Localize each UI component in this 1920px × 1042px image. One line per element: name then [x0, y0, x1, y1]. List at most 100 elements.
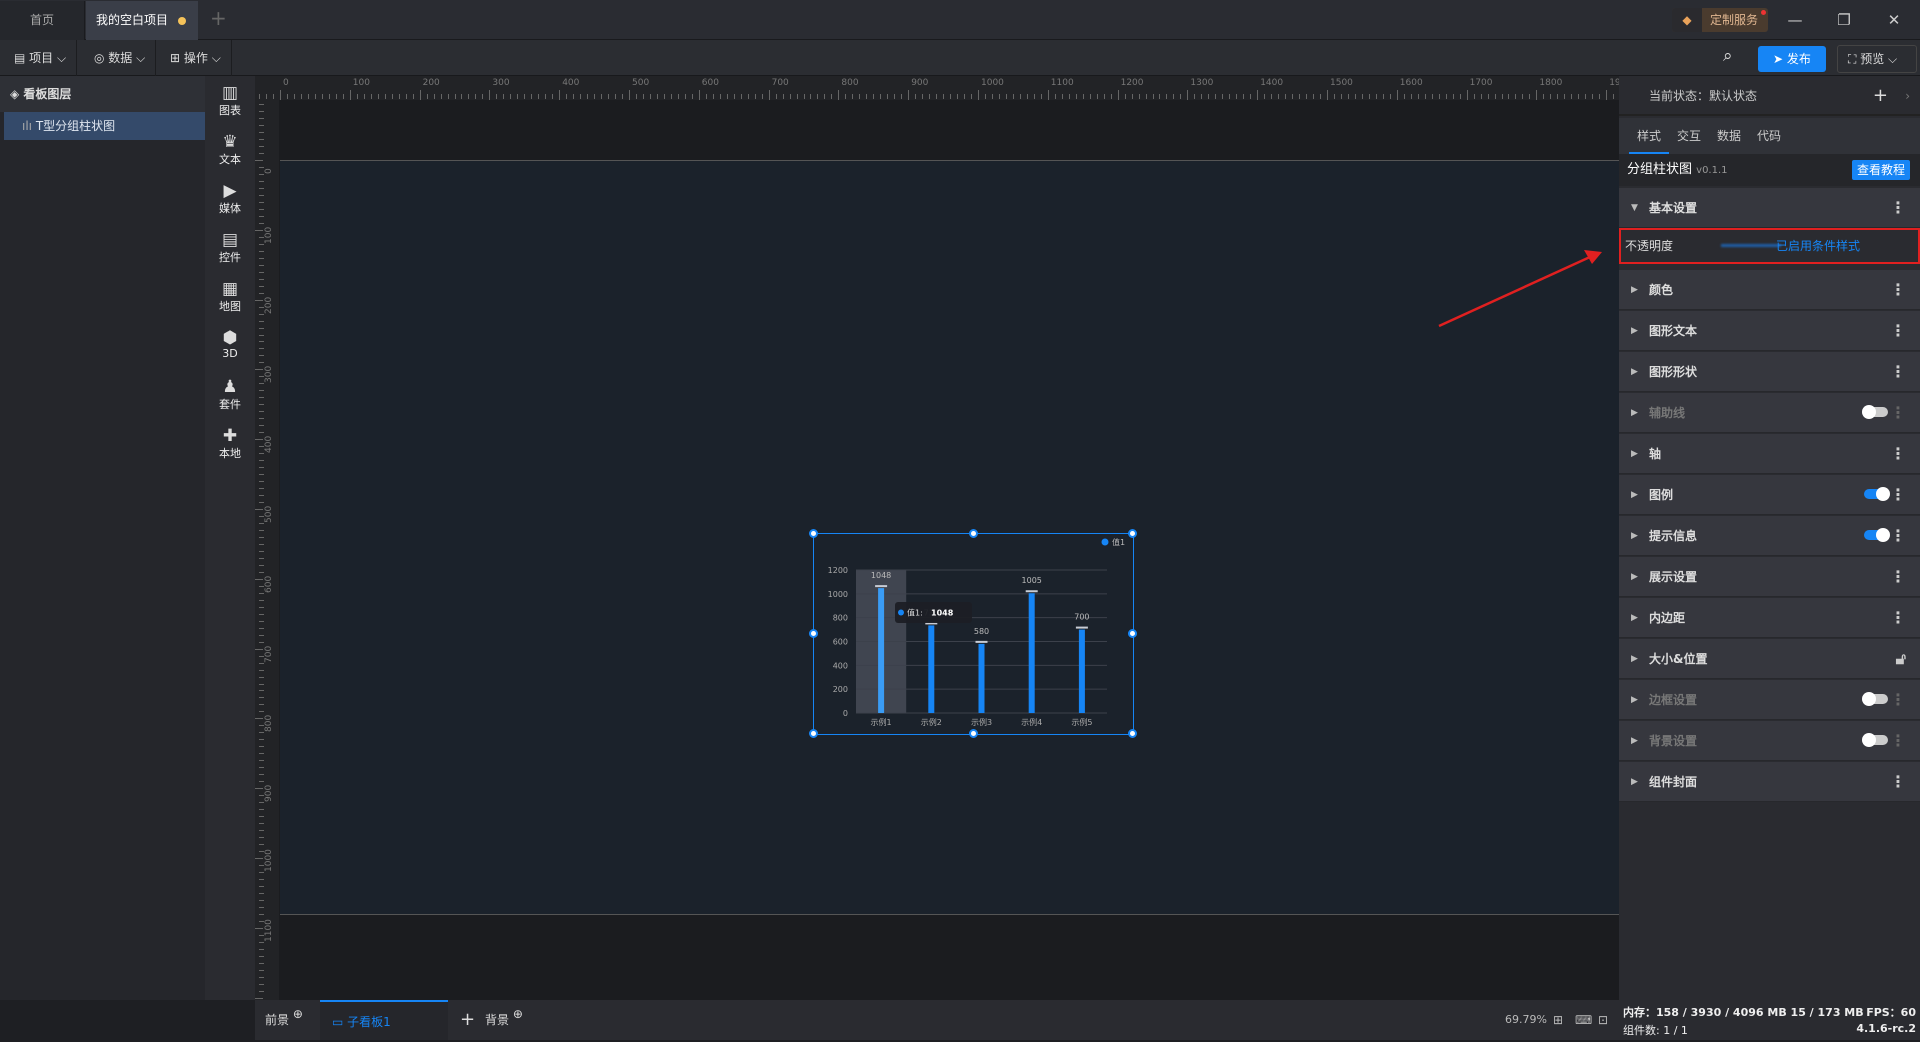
- section-8[interactable]: ▶ 展示设置 ⋮: [1619, 557, 1920, 597]
- menu-data[interactable]: ◎ 数据 ⌵: [84, 40, 157, 76]
- more-icon[interactable]: ⋮: [1890, 516, 1906, 556]
- tab-project[interactable]: 我的空白项目: [86, 1, 198, 40]
- bar[interactable]: [978, 643, 985, 713]
- resize-handle[interactable]: [1128, 529, 1137, 538]
- horizontal-ruler[interactable]: 0 100 200 300 400 500 600 700 800 900 1000 1100 1200…: [255, 76, 1619, 100]
- component-chart[interactable]: ▥ 图表: [205, 84, 255, 118]
- more-icon[interactable]: ⋮: [1890, 680, 1906, 720]
- resize-handle[interactable]: [968, 729, 978, 738]
- more-icon[interactable]: ⋮: [1890, 311, 1906, 351]
- more-icon[interactable]: ⋮: [1890, 434, 1906, 474]
- tab-home[interactable]: 首页: [0, 1, 85, 40]
- section-1[interactable]: ▶ 颜色 ⋮: [1619, 270, 1920, 310]
- custom-service-button[interactable]: ◆ 定制服务: [1672, 8, 1768, 32]
- bar[interactable]: [878, 588, 885, 713]
- add-state-icon[interactable]: +: [1873, 76, 1888, 116]
- resize-handle[interactable]: [1128, 729, 1137, 738]
- menu-operate[interactable]: ⊞ 操作 ⌵: [160, 40, 232, 76]
- section-5[interactable]: ▶ 轴 ⋮: [1619, 434, 1920, 474]
- section-toggle[interactable]: [1862, 405, 1888, 419]
- section-toggle[interactable]: [1864, 487, 1890, 501]
- section-6[interactable]: ▶ 图例 ⋮: [1619, 475, 1920, 515]
- section-7[interactable]: ▶ 提示信息 ⋮: [1619, 516, 1920, 556]
- minimize-button[interactable]: —: [1783, 8, 1807, 32]
- component-map[interactable]: ▦ 地图: [205, 280, 255, 314]
- section-toggle[interactable]: [1864, 528, 1890, 542]
- add-subboard-button[interactable]: +: [460, 1000, 475, 1040]
- toggle-knob: [1876, 487, 1890, 501]
- bar[interactable]: [1078, 629, 1085, 713]
- more-icon[interactable]: ⋮: [1890, 188, 1906, 228]
- ruler-tick: [328, 94, 330, 99]
- component-cube[interactable]: ⬢ 3D: [205, 329, 255, 360]
- chevron-right-icon[interactable]: ›: [1905, 76, 1910, 116]
- section-12[interactable]: ▶ 背景设置 ⋮: [1619, 721, 1920, 761]
- resize-handle[interactable]: [809, 729, 818, 738]
- more-icon[interactable]: ⋮: [1890, 270, 1906, 310]
- layer-item[interactable]: ılı T型分组柱状图: [4, 112, 205, 140]
- section-toggle[interactable]: [1862, 733, 1888, 747]
- publish-button[interactable]: ➤ 发布: [1758, 46, 1826, 72]
- add-circle-icon[interactable]: ⊕: [289, 1007, 303, 1021]
- zoom-level[interactable]: 69.79%: [1505, 1000, 1547, 1040]
- legend-label[interactable]: 值1: [1112, 537, 1125, 547]
- subboard-tab[interactable]: ▭ 子看板1: [320, 1000, 448, 1040]
- more-icon[interactable]: ⋮: [1890, 475, 1906, 515]
- add-circle-icon[interactable]: ⊕: [509, 1007, 523, 1021]
- resize-handle[interactable]: [968, 529, 978, 538]
- restore-button[interactable]: ❐: [1832, 8, 1856, 32]
- tutorial-button[interactable]: 查看教程: [1851, 160, 1910, 180]
- section-4[interactable]: ▶ 辅助线 ⋮: [1619, 393, 1920, 433]
- component-media[interactable]: ▶ 媒体: [205, 182, 255, 216]
- component-kit[interactable]: ♟ 套件: [205, 378, 255, 412]
- keyboard-icon[interactable]: ⌨: [1575, 1000, 1592, 1040]
- bar[interactable]: [1028, 593, 1035, 713]
- tab-data[interactable]: 数据: [1717, 118, 1741, 154]
- lock-icon[interactable]: 🔓︎: [1896, 639, 1906, 679]
- more-icon[interactable]: ⋮: [1890, 557, 1906, 597]
- section-11[interactable]: ▶ 边框设置 ⋮: [1619, 680, 1920, 720]
- opacity-row[interactable]: 不透明度 已启用条件样式: [1619, 228, 1920, 264]
- add-tab-button[interactable]: +: [210, 6, 227, 30]
- more-icon[interactable]: ⋮: [1890, 598, 1906, 638]
- section-10[interactable]: ▶ 大小&位置 🔓︎: [1619, 639, 1920, 679]
- section-13[interactable]: ▶ 组件封面 ⋮: [1619, 762, 1920, 802]
- ruler-tick: [1543, 94, 1545, 99]
- toggle-knob: [1862, 692, 1876, 706]
- canvas[interactable]: 0 100 200 300 400 500 600 700 800 900 1000 1100 1200…: [255, 76, 1619, 1000]
- ruler-tick: [1445, 94, 1447, 99]
- tab-style[interactable]: 样式: [1629, 118, 1669, 154]
- more-icon[interactable]: ⋮: [1890, 762, 1906, 802]
- section-2[interactable]: ▶ 图形文本 ⋮: [1619, 311, 1920, 351]
- resize-handle[interactable]: [809, 529, 818, 538]
- close-button[interactable]: ✕: [1882, 8, 1906, 32]
- more-icon[interactable]: ⋮: [1890, 721, 1906, 761]
- foreground-tab[interactable]: 前景 ⊕: [265, 1000, 303, 1040]
- vertical-ruler[interactable]: 0 100 200 300 400 500 600 700 800 900 1000 1100: [255, 100, 279, 1000]
- ruler-tick: [573, 94, 575, 99]
- more-icon[interactable]: ⋮: [1890, 393, 1906, 433]
- grouped-bar-chart-widget[interactable]: 0200400600800100012001048示例1735示例2580示例3…: [809, 529, 1137, 738]
- preview-button[interactable]: ⛶ 预览 ⌵: [1837, 45, 1917, 73]
- more-icon[interactable]: ⋮: [1890, 352, 1906, 392]
- background-tab[interactable]: 背景 ⊕: [485, 1000, 523, 1040]
- terminal-icon[interactable]: ⊡: [1598, 1000, 1608, 1040]
- resize-handle[interactable]: [1128, 629, 1137, 638]
- tab-code[interactable]: 代码: [1757, 118, 1781, 154]
- section-9[interactable]: ▶ 内边距 ⋮: [1619, 598, 1920, 638]
- search-icon[interactable]: ⌕: [1723, 46, 1733, 66]
- ruler-tick: [957, 94, 959, 99]
- component-puzzle[interactable]: ✚ 本地: [205, 427, 255, 461]
- section-0[interactable]: ▼ 基本设置 ⋮: [1619, 188, 1920, 228]
- board[interactable]: 0200400600800100012001048示例1735示例2580示例3…: [280, 160, 1619, 915]
- tab-interaction[interactable]: 交互: [1677, 118, 1701, 154]
- resize-handle[interactable]: [809, 629, 818, 638]
- opacity-slider[interactable]: [1721, 244, 1781, 247]
- section-3[interactable]: ▶ 图形形状 ⋮: [1619, 352, 1920, 392]
- fit-screen-icon[interactable]: ⊞: [1553, 1000, 1563, 1040]
- component-text[interactable]: ♛ 文本: [205, 133, 255, 167]
- bar[interactable]: [928, 625, 935, 713]
- component-control[interactable]: ▤ 控件: [205, 231, 255, 265]
- menu-project[interactable]: ▤ 项目 ⌵: [4, 40, 78, 76]
- section-toggle[interactable]: [1862, 692, 1888, 706]
